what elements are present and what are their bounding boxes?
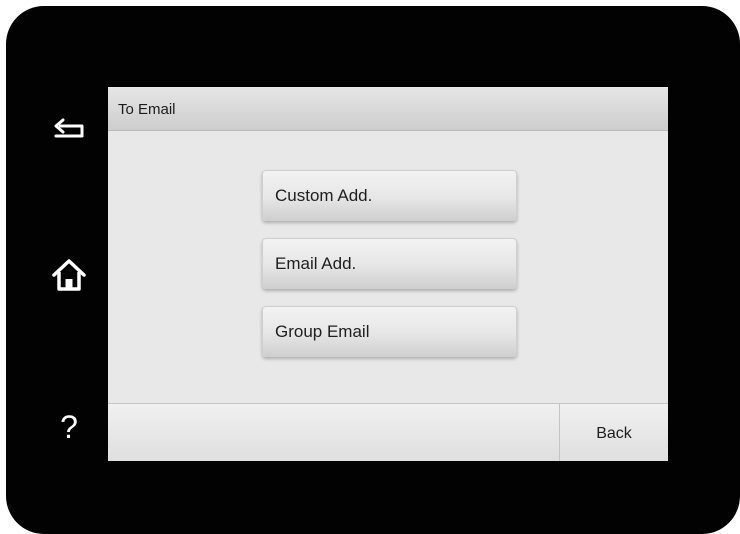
email-address-button[interactable]: Email Add. [262,238,517,289]
help-icon: ? [60,409,78,445]
home-icon [52,259,86,291]
hardware-back-button[interactable] [40,98,98,156]
touch-screen: To Email Custom Add. Email Add. Group Em… [108,87,668,461]
title-bar: To Email [108,87,668,131]
page-title: To Email [118,101,176,118]
group-email-button[interactable]: Group Email [262,306,517,357]
back-button[interactable]: Back [559,404,668,461]
hardware-home-button[interactable] [40,246,98,304]
bottom-bar: Back [108,403,668,461]
return-arrow-icon [54,118,84,138]
hardware-help-button[interactable]: ? [40,398,98,456]
bottom-bar-empty-area [108,404,559,461]
custom-address-button[interactable]: Custom Add. [262,170,517,221]
